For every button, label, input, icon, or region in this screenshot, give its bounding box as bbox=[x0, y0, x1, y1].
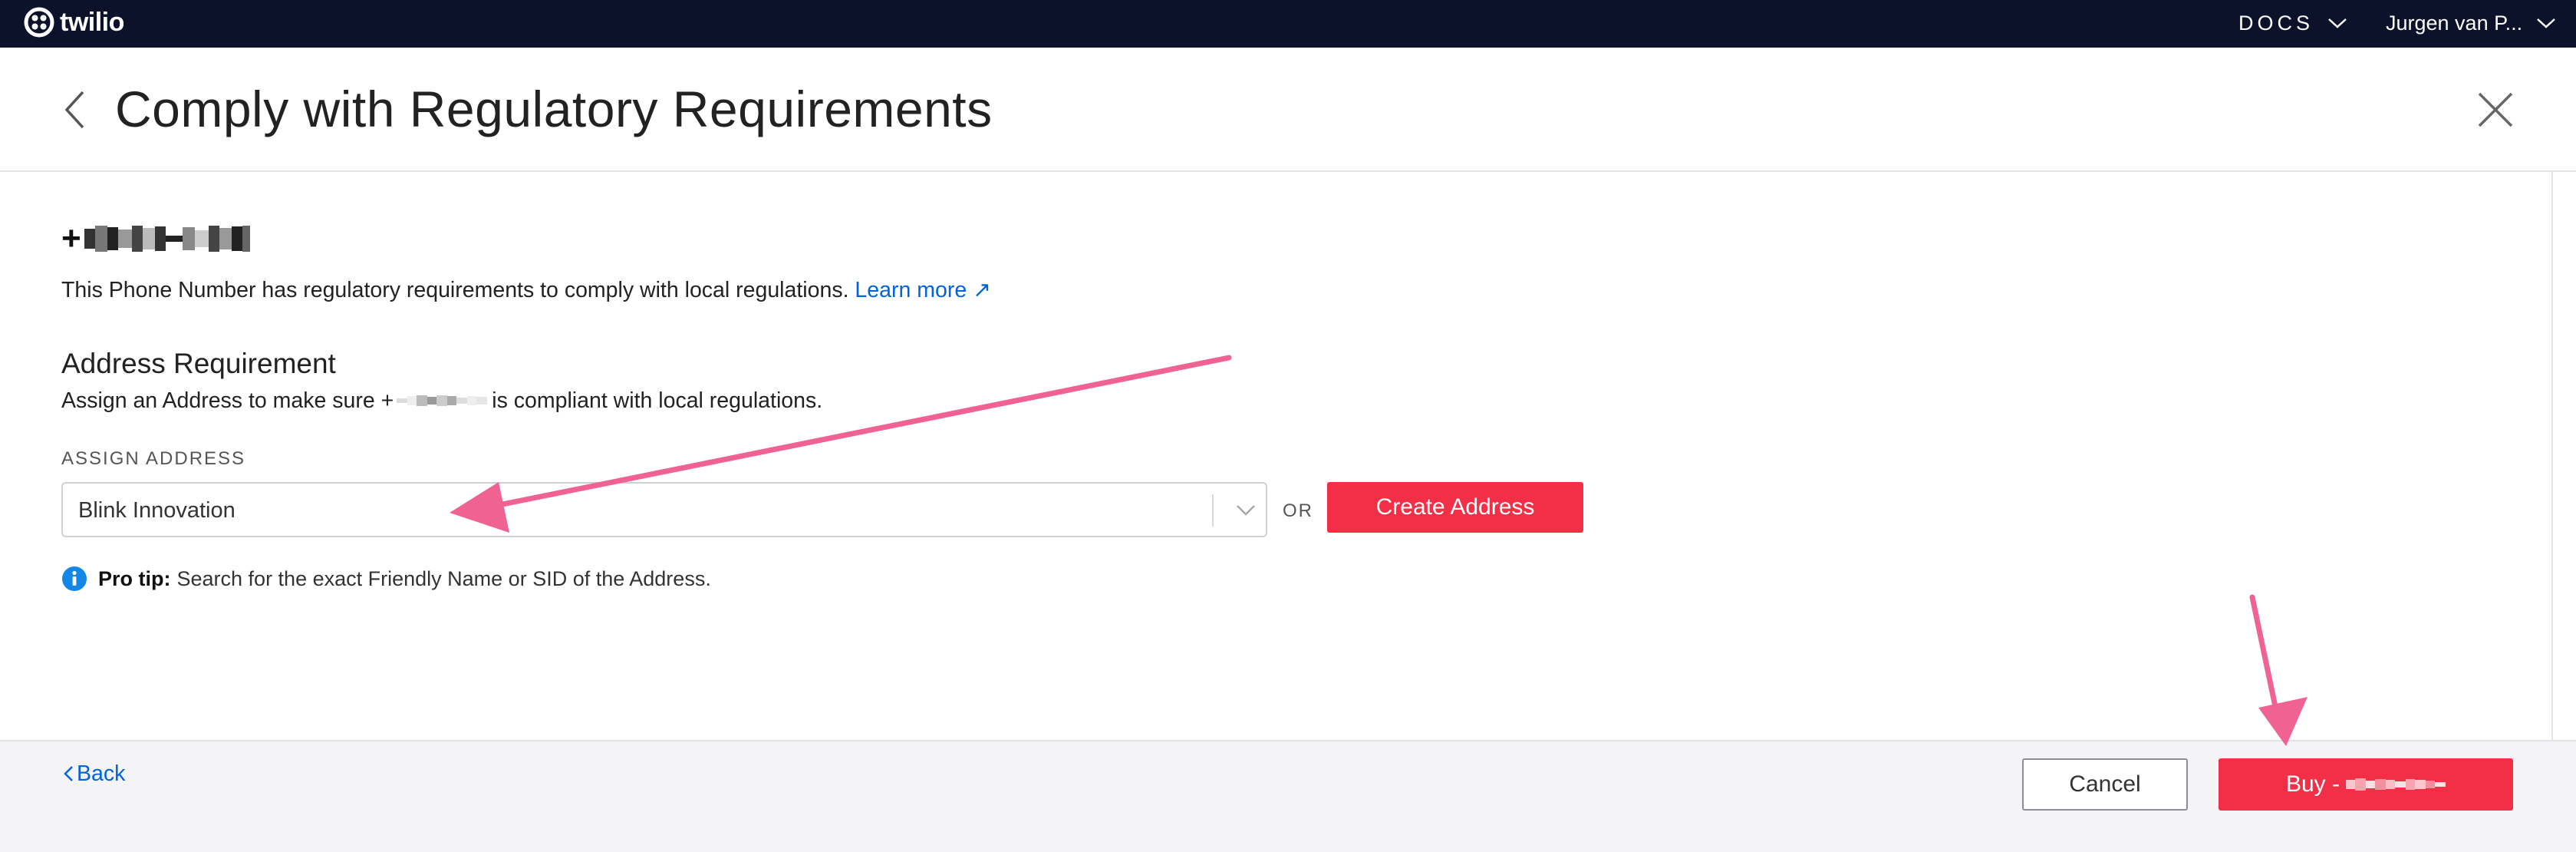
cancel-button[interactable]: Cancel bbox=[2022, 758, 2188, 811]
phone-number-prefix: + bbox=[61, 220, 81, 257]
chevron-left-icon bbox=[64, 766, 73, 781]
chevron-down-icon[interactable] bbox=[1235, 504, 1257, 517]
back-label: Back bbox=[77, 761, 126, 786]
docs-menu[interactable]: DOCS bbox=[2238, 8, 2347, 38]
twilio-logo[interactable]: twilio bbox=[23, 6, 124, 38]
or-separator: OR bbox=[1283, 500, 1313, 521]
assign-address-label: ASSIGN ADDRESS bbox=[61, 448, 246, 469]
pro-tip: Pro tip: Search for the exact Friendly N… bbox=[61, 565, 711, 593]
assign-text-end: is compliant with local regulations. bbox=[492, 388, 823, 413]
learn-more-link[interactable]: Learn more ↗ bbox=[855, 278, 991, 302]
user-name: Jurgen van P... bbox=[2386, 11, 2523, 35]
top-navigation-bar: twilio DOCS Jurgen van P... bbox=[0, 0, 2576, 48]
content-scroll-edge bbox=[2551, 172, 2553, 740]
redacted-phone-inline bbox=[397, 395, 488, 406]
brand-name: twilio bbox=[60, 8, 124, 37]
create-address-button[interactable]: Create Address bbox=[1327, 482, 1583, 533]
redacted-phone-number bbox=[84, 226, 250, 252]
buy-label: Buy - bbox=[2285, 771, 2340, 797]
assign-address-description: Assign an Address to make sure + is comp… bbox=[61, 385, 822, 416]
address-select-dropdown[interactable]: Blink Innovation bbox=[61, 482, 1267, 537]
dropdown-divider bbox=[1212, 494, 1214, 527]
redacted-buy-number bbox=[2346, 778, 2446, 791]
phone-number-heading: + bbox=[61, 221, 250, 256]
docs-label: DOCS bbox=[2238, 11, 2314, 35]
footer-back-link[interactable]: Back bbox=[63, 758, 125, 789]
annotation-arrow-to-buy-button bbox=[2249, 594, 2308, 746]
info-icon bbox=[62, 566, 87, 591]
address-requirement-title: Address Requirement bbox=[61, 348, 336, 379]
pro-tip-label: Pro tip: bbox=[98, 567, 171, 590]
pro-tip-text: Search for the exact Friendly Name or SI… bbox=[176, 567, 711, 590]
user-account-menu[interactable]: Jurgen van P... bbox=[2386, 8, 2556, 38]
regulatory-text: This Phone Number has regulatory require… bbox=[61, 278, 849, 302]
chevron-left-icon[interactable] bbox=[63, 90, 86, 130]
twilio-logo-icon bbox=[24, 7, 54, 38]
page-header: Comply with Regulatory Requirements bbox=[0, 48, 2576, 172]
chevron-down-icon bbox=[2328, 18, 2347, 28]
selected-address-value: Blink Innovation bbox=[78, 498, 236, 523]
page-footer: Back Cancel Buy - bbox=[0, 740, 2576, 852]
close-icon[interactable] bbox=[2476, 91, 2515, 129]
chevron-down-icon bbox=[2537, 18, 2555, 28]
buy-number-button[interactable]: Buy - bbox=[2219, 758, 2513, 811]
regulatory-description: This Phone Number has regulatory require… bbox=[61, 275, 991, 305]
page-title: Comply with Regulatory Requirements bbox=[115, 81, 993, 137]
assign-text-start: Assign an Address to make sure + bbox=[61, 388, 394, 413]
